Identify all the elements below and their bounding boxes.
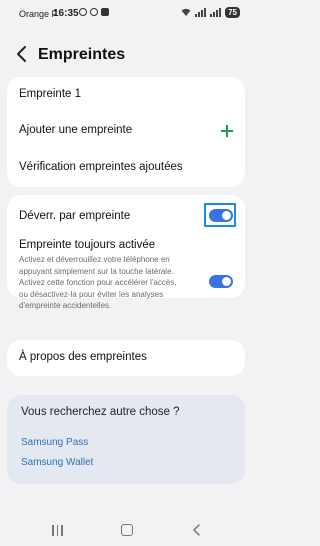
check-fingerprints-item[interactable]: Vérification empreintes ajoutées <box>19 161 233 173</box>
page-title: Empreintes <box>38 46 126 63</box>
plus-icon[interactable] <box>221 125 233 137</box>
add-fingerprint-item[interactable]: Ajouter une empreinte <box>19 124 233 136</box>
options-card: Déverr. par empreinte Empreinte toujours… <box>7 195 245 310</box>
signal-icon <box>195 8 207 17</box>
navigation-bar <box>0 518 252 546</box>
unlock-toggle[interactable] <box>209 209 233 222</box>
recents-icon[interactable] <box>52 525 63 536</box>
samsung-wallet-link[interactable]: Samsung Wallet <box>21 457 93 468</box>
notification-icons <box>79 8 109 16</box>
unlock-with-fingerprint-label[interactable]: Déverr. par empreinte <box>19 210 233 222</box>
home-icon[interactable] <box>121 524 133 536</box>
battery-icon: 75 <box>225 7 240 18</box>
signal-icon-2 <box>210 8 222 17</box>
suggestions-card: Vous recherchez autre chose ? Samsung Pa… <box>7 395 245 484</box>
carrier-label: Orange F <box>19 9 58 19</box>
fingerprints-card: Empreinte 1 Ajouter une empreinte Vérifi… <box>7 77 245 187</box>
gear-notification-icon <box>90 8 98 16</box>
page-header: Empreintes <box>0 40 252 70</box>
status-bar: Orange F 16:35 75 <box>0 0 252 26</box>
samsung-pass-link[interactable]: Samsung Pass <box>21 437 88 448</box>
gallery-notification-icon <box>101 8 109 16</box>
clock: 16:35 <box>53 8 79 19</box>
suggestions-title: Vous recherchez autre chose ? <box>21 406 180 418</box>
about-card: À propos des empreintes <box>7 340 245 376</box>
always-on-label[interactable]: Empreinte toujours activée <box>19 239 233 251</box>
wifi-icon <box>181 8 191 16</box>
toggle-knob <box>222 277 231 286</box>
back-arrow-icon[interactable] <box>12 44 32 64</box>
always-on-description: Activez et déverrouillez votre téléphone… <box>19 255 177 310</box>
settings-notification-icon <box>79 8 87 16</box>
nav-back-icon[interactable] <box>190 523 204 537</box>
fingerprint-1-item[interactable]: Empreinte 1 <box>19 88 233 100</box>
status-icons: 75 <box>181 7 240 18</box>
about-fingerprints-item[interactable]: À propos des empreintes <box>19 351 233 363</box>
toggle-knob <box>222 211 231 220</box>
always-on-toggle[interactable] <box>209 275 233 288</box>
